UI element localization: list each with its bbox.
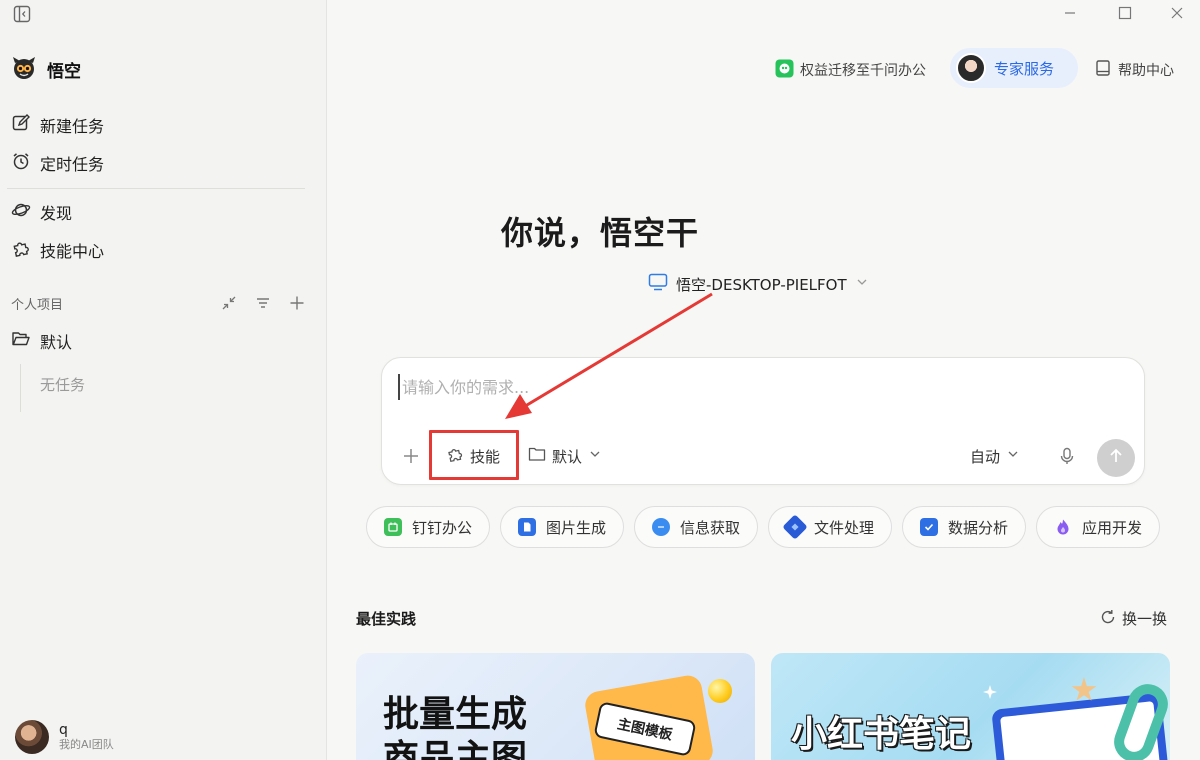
- practice-card-xiaohongshu[interactable]: 小红书笔记: [771, 653, 1170, 760]
- practice-card-product-images[interactable]: 批量生成 商品主图 主图模板: [356, 653, 755, 760]
- dingtalk-icon: [383, 518, 402, 536]
- best-practice-title: 最佳实践: [356, 610, 417, 628]
- help-center-link[interactable]: 帮助中心: [1094, 58, 1174, 82]
- chip-dingtalk[interactable]: 钉钉办公: [366, 506, 490, 548]
- nav-scheduled-task-label: 定时任务: [40, 155, 105, 174]
- chevron-down-icon: [588, 447, 602, 465]
- filter-icon[interactable]: [253, 293, 273, 313]
- refresh-icon: [1100, 609, 1116, 629]
- mode-label: 自动: [970, 447, 1001, 466]
- nav-new-task[interactable]: 新建任务: [9, 110, 309, 140]
- project-default-label: 默认: [40, 333, 73, 352]
- chip-info-fetch-label: 信息获取: [679, 518, 740, 537]
- help-center-label: 帮助中心: [1118, 63, 1174, 79]
- card2-title: 小红书笔记: [791, 714, 972, 755]
- send-button[interactable]: [1097, 439, 1135, 477]
- folder-open-icon: [11, 329, 31, 353]
- sidebar: 悟空 新建任务 定时任务 发现 技能中心 个人项目 默认 无任务 q 我的AI团…: [0, 0, 327, 760]
- migrate-benefits-link[interactable]: 权益迁移至千问办公: [775, 58, 926, 82]
- image-doc-icon: [517, 518, 536, 536]
- hero-title: 你说，悟空干: [500, 214, 699, 252]
- alarm-clock-icon: [11, 151, 31, 175]
- chip-file-process[interactable]: 文件处理: [768, 506, 892, 548]
- collapse-icon[interactable]: [219, 293, 239, 313]
- projects-section-title: 个人项目: [11, 297, 64, 313]
- nav-skill-center-label: 技能中心: [40, 242, 105, 261]
- chip-dingtalk-label: 钉钉办公: [411, 518, 472, 537]
- qianwen-icon: [775, 59, 794, 82]
- chip-image-gen[interactable]: 图片生成: [500, 506, 624, 548]
- edit-icon: [11, 113, 31, 137]
- chip-data-analysis-label: 数据分析: [947, 518, 1008, 537]
- chip-app-dev-label: 应用开发: [1081, 518, 1142, 537]
- user-profile[interactable]: q 我的AI团队: [15, 720, 114, 754]
- quick-chips: 钉钉办公 图片生成 信息获取 文件处理 数据分析 应用开发: [366, 506, 1160, 548]
- app-brand: 悟空: [11, 56, 81, 82]
- wukong-logo-icon: [11, 54, 37, 84]
- nav-scheduled-task[interactable]: 定时任务: [9, 148, 309, 178]
- planet-icon: [11, 200, 31, 224]
- projects-section-header: 个人项目: [11, 292, 307, 314]
- add-project-icon[interactable]: [287, 293, 307, 313]
- folder-icon: [528, 446, 546, 466]
- add-attachment-icon[interactable]: [401, 446, 421, 466]
- app-name: 悟空: [47, 61, 81, 82]
- device-name: 悟空-DESKTOP-PIELFOT: [676, 275, 847, 294]
- expert-service-label: 专家服务: [994, 59, 1055, 78]
- no-task-text: 无任务: [40, 376, 86, 394]
- user-team: 我的AI团队: [59, 738, 114, 751]
- yellow-ball-illustration: [708, 679, 732, 703]
- sparkle-icon: [983, 685, 997, 699]
- nav-skill-center[interactable]: 技能中心: [9, 235, 309, 265]
- skill-highlight-box: [429, 430, 519, 480]
- nav-new-task-label: 新建任务: [40, 117, 105, 136]
- card1-title: 批量生成 商品主图: [383, 693, 527, 760]
- refresh-label: 换一换: [1122, 610, 1168, 628]
- sidebar-toggle-icon[interactable]: [12, 5, 32, 23]
- checkbox-icon: [919, 518, 938, 536]
- nav-discover[interactable]: 发现: [9, 197, 309, 227]
- migrate-benefits-label: 权益迁移至千问办公: [800, 63, 926, 79]
- device-selector[interactable]: 悟空-DESKTOP-PIELFOT: [648, 273, 869, 295]
- chevron-down-icon: [855, 275, 869, 293]
- chip-file-process-label: 文件处理: [813, 518, 874, 537]
- sidebar-divider: [7, 188, 305, 189]
- puzzle-icon: [11, 238, 31, 262]
- chip-app-dev[interactable]: 应用开发: [1036, 506, 1160, 548]
- card1-title-line2: 商品主图: [383, 738, 528, 760]
- tree-line: [20, 364, 21, 412]
- chip-data-analysis[interactable]: 数据分析: [902, 506, 1026, 548]
- folder-label: 默认: [552, 447, 583, 466]
- avatar: [15, 720, 49, 754]
- close-button[interactable]: [1154, 0, 1200, 26]
- chevron-down-icon: [1006, 447, 1020, 465]
- card1-title-line1: 批量生成: [383, 694, 528, 735]
- expert-service-button[interactable]: 专家服务: [950, 48, 1078, 88]
- flame-icon: [1054, 518, 1072, 536]
- cube-icon: [782, 514, 808, 540]
- microphone-icon[interactable]: [1058, 442, 1076, 470]
- minimize-button[interactable]: [1047, 0, 1093, 26]
- monitor-icon: [648, 273, 668, 295]
- chip-image-gen-label: 图片生成: [545, 518, 606, 537]
- mode-selector[interactable]: 自动: [970, 442, 1020, 470]
- expert-avatar: [956, 53, 986, 83]
- task-input[interactable]: [398, 374, 1098, 400]
- project-default[interactable]: 默认: [9, 326, 309, 356]
- nav-discover-label: 发现: [40, 204, 73, 223]
- chip-info-fetch[interactable]: 信息获取: [634, 506, 758, 548]
- maximize-button[interactable]: [1102, 0, 1148, 26]
- user-name: q: [59, 722, 68, 738]
- folder-selector[interactable]: 默认: [528, 442, 602, 470]
- refresh-button[interactable]: 换一换: [1100, 608, 1167, 629]
- chat-bubble-icon: [651, 518, 670, 536]
- book-icon: [1094, 59, 1112, 81]
- arrow-up-icon: [1108, 448, 1124, 468]
